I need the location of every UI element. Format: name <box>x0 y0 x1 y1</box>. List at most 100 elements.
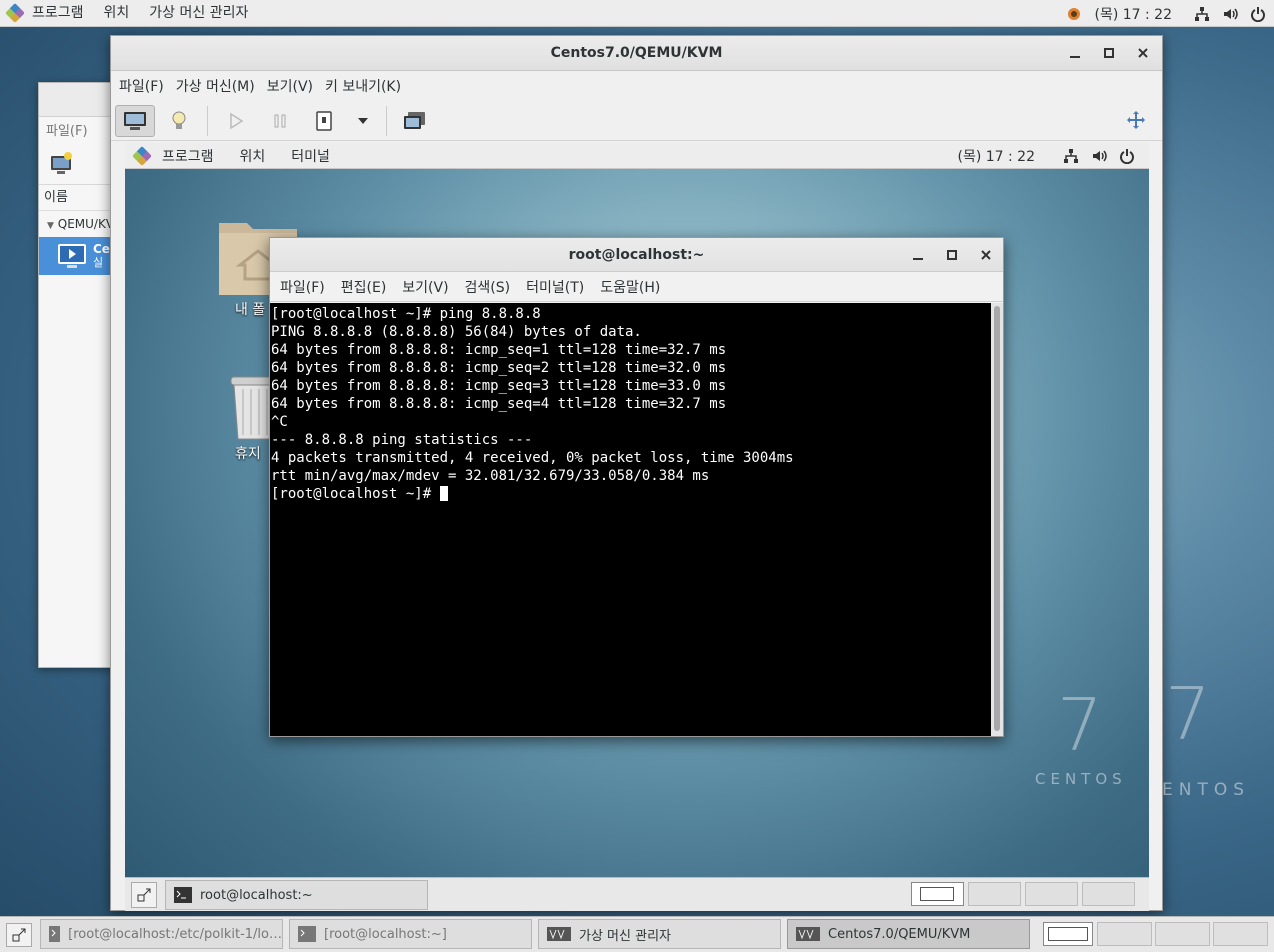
vm-row-name: Ce <box>93 242 110 256</box>
terminal-close-button[interactable] <box>969 238 1003 271</box>
host-workspace-3[interactable] <box>1155 922 1210 946</box>
terminal-line: rtt min/avg/max/mdev = 32.081/32.679/33.… <box>271 468 710 484</box>
terminal-title: root@localhost:~ <box>568 247 705 263</box>
pause-icon <box>274 114 286 127</box>
terminal-line: ^C <box>271 414 288 430</box>
terminal-titlebar[interactable]: root@localhost:~ <box>270 238 1003 272</box>
vm-console-toolbar <box>111 101 1162 141</box>
terminal-line: 64 bytes from 8.8.8.8: icmp_seq=2 ttl=12… <box>271 360 727 376</box>
power-icon[interactable] <box>1250 6 1266 22</box>
minimize-button[interactable] <box>1058 36 1092 70</box>
vm-menu-sendkey[interactable]: 키 보내기(K) <box>319 76 407 96</box>
vm-console-titlebar[interactable]: Centos7.0/QEMU/KVM <box>111 36 1162 71</box>
guest-workspace-4[interactable] <box>1082 882 1135 906</box>
guest-task-label: root@localhost:~ <box>200 887 313 903</box>
snapshots-button[interactable] <box>395 105 435 137</box>
terminal-window[interactable]: root@localhost:~ 파일(F) 편집(E) 보기(V) 검색(S)… <box>269 237 1004 737</box>
guest-display[interactable]: 프로그램 위치 터미널 (목) 17 : 22 내 폴 휴지 7 CENTOS … <box>125 143 1149 911</box>
vm-menu-vm[interactable]: 가상 머신(M) <box>170 76 261 96</box>
vm-console-menubar: 파일(F) 가상 머신(M) 보기(V) 키 보내기(K) <box>111 71 1162 101</box>
snapshot-icon <box>404 111 425 129</box>
host-centos-seven-mark: 7 <box>1165 672 1211 756</box>
terminal-scrollbar-thumb[interactable] <box>994 306 1000 731</box>
terminal-cursor <box>439 486 448 501</box>
guest-power-icon[interactable] <box>1119 148 1135 164</box>
host-centos-wordmark: ENTOS <box>1162 780 1251 800</box>
vmm-connection-group[interactable]: ▼ QEMU/KV <box>39 211 117 237</box>
host-top-bar: 프로그램 위치 가상 머신 관리자 (목) 17 : 22 <box>0 0 1274 27</box>
host-workspace-2[interactable] <box>1097 922 1152 946</box>
host-workspace-4[interactable] <box>1213 922 1268 946</box>
shutdown-button[interactable] <box>304 105 344 137</box>
weather-icon[interactable] <box>1066 6 1082 22</box>
terminal-icon <box>174 887 192 903</box>
show-console-button[interactable] <box>115 104 155 137</box>
host-task-polkit-terminal[interactable]: [root@localhost:/etc/polkit-1/lo… <box>40 919 283 949</box>
guest-top-bar: 프로그램 위치 터미널 (목) 17 : 22 <box>125 143 1149 169</box>
pause-button[interactable] <box>260 105 300 137</box>
vmm-column-name[interactable]: 이름 <box>39 185 117 211</box>
chevron-down-icon <box>358 117 368 124</box>
guest-workspace-3[interactable] <box>1025 882 1078 906</box>
centos-seven-mark: 7 <box>1057 683 1103 767</box>
vmm-menu-file[interactable]: 파일(F) <box>39 117 117 147</box>
host-task-terminal[interactable]: [root@localhost:~] <box>289 919 532 949</box>
menu-places[interactable]: 위치 <box>94 0 140 27</box>
guest-menu-places[interactable]: 위치 <box>227 146 279 166</box>
host-task-vm-console[interactable]: Centos7.0/QEMU/KVM <box>787 919 1030 949</box>
network-icon[interactable] <box>1194 6 1210 22</box>
guest-menu-applications[interactable]: 프로그램 <box>149 146 227 166</box>
terminal-menu-terminal[interactable]: 터미널(T) <box>518 277 592 297</box>
terminal-minimize-button[interactable] <box>901 238 935 271</box>
guest-volume-icon[interactable] <box>1091 148 1107 164</box>
host-workspace-1[interactable] <box>1043 922 1093 946</box>
run-button[interactable] <box>216 105 256 137</box>
shutdown-icon <box>316 110 332 131</box>
menu-virt-manager[interactable]: 가상 머신 관리자 <box>139 0 258 27</box>
vm-console-window[interactable]: Centos7.0/QEMU/KVM 파일(F) 가상 머신(M) 보기(V) … <box>110 35 1163 911</box>
host-show-desktop-button[interactable] <box>6 923 32 947</box>
vmm-vm-row[interactable]: Ce 실 <box>39 237 117 275</box>
terminal-line: 4 packets transmitted, 4 received, 0% pa… <box>271 450 794 466</box>
vm-running-icon <box>57 242 87 270</box>
show-desktop-icon <box>137 888 151 902</box>
virt-manager-window[interactable]: 파일(F) 이름 ▼ QEMU/KV Ce 실 <box>38 82 118 668</box>
terminal-menu-view[interactable]: 보기(V) <box>394 277 456 297</box>
menu-applications[interactable]: 프로그램 <box>22 0 94 27</box>
virt-manager-icon <box>796 927 820 941</box>
guest-workspace-1[interactable] <box>911 882 964 906</box>
guest-network-icon[interactable] <box>1063 148 1079 164</box>
terminal-maximize-button[interactable] <box>935 238 969 271</box>
virt-manager-icon <box>547 927 571 941</box>
maximize-button[interactable] <box>1092 36 1126 70</box>
guest-clock[interactable]: (목) 17 : 22 <box>957 146 1035 166</box>
host-bottom-bar: [root@localhost:/etc/polkit-1/lo… [root@… <box>0 916 1274 952</box>
terminal-menu-search[interactable]: 검색(S) <box>457 277 519 297</box>
host-task-label: Centos7.0/QEMU/KVM <box>828 926 971 942</box>
show-details-button[interactable] <box>159 105 199 137</box>
guest-menu-terminal[interactable]: 터미널 <box>278 146 343 166</box>
host-task-virt-manager[interactable]: 가상 머신 관리자 <box>538 919 781 949</box>
terminal-prompt-line[interactable]: [root@localhost ~]# <box>271 485 991 503</box>
guest-task-terminal[interactable]: root@localhost:~ <box>165 880 428 910</box>
clock[interactable]: (목) 17 : 22 <box>1094 4 1172 24</box>
close-button[interactable] <box>1126 36 1160 70</box>
vm-row-status: 실 <box>93 256 104 269</box>
terminal-screen[interactable]: [root@localhost ~]# ping 8.8.8.8 PING 8.8… <box>270 303 992 736</box>
guest-workspace-2[interactable] <box>968 882 1021 906</box>
volume-icon[interactable] <box>1222 6 1238 22</box>
terminal-menu-help[interactable]: 도움말(H) <box>592 277 668 297</box>
new-vm-icon[interactable] <box>49 151 75 177</box>
terminal-menu-file[interactable]: 파일(F) <box>272 277 333 297</box>
guest-show-desktop-button[interactable] <box>131 882 157 908</box>
host-task-label: 가상 머신 관리자 <box>579 928 671 944</box>
vm-menu-file[interactable]: 파일(F) <box>113 76 170 96</box>
terminal-line: --- 8.8.8.8 ping statistics --- <box>271 432 533 448</box>
terminal-scrollbar[interactable] <box>991 303 1003 736</box>
shutdown-menu-button[interactable] <box>348 105 378 137</box>
terminal-menubar: 파일(F) 편집(E) 보기(V) 검색(S) 터미널(T) 도움말(H) <box>270 272 1003 302</box>
fullscreen-button[interactable] <box>1116 105 1156 137</box>
vm-menu-view[interactable]: 보기(V) <box>261 76 319 96</box>
virt-manager-titlebar[interactable] <box>39 83 117 117</box>
terminal-menu-edit[interactable]: 편집(E) <box>333 277 395 297</box>
